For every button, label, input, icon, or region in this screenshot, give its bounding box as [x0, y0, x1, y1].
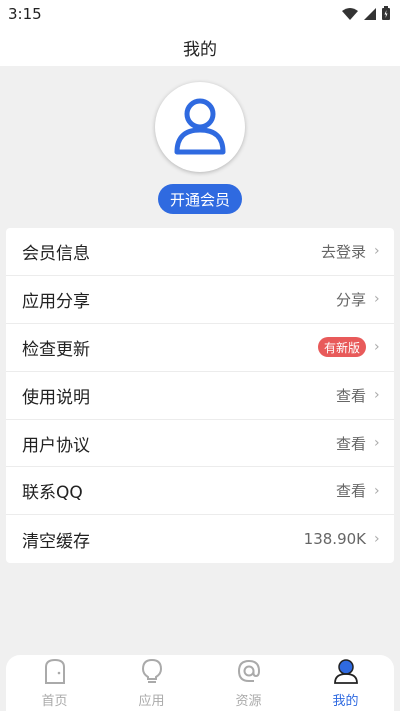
menu-row-check-update[interactable]: 检查更新 有新版 ›: [6, 324, 394, 372]
chevron-right-icon: ›: [374, 339, 380, 356]
tab-label: 我的: [332, 693, 359, 709]
title-bar: 我的: [0, 28, 400, 66]
menu-value: 查看: [335, 386, 366, 405]
chevron-right-icon: ›: [374, 243, 380, 260]
menu-label: 联系QQ: [22, 483, 83, 504]
avatar[interactable]: [155, 82, 245, 172]
menu-value: 查看: [335, 434, 366, 453]
menu-row-member-info[interactable]: 会员信息 去登录 ›: [6, 228, 394, 276]
menu-label: 会员信息: [22, 243, 90, 264]
menu-label: 使用说明: [22, 387, 90, 408]
menu-value: 查看: [335, 482, 366, 501]
vip-button[interactable]: 开通会员: [157, 184, 242, 214]
tab-apps[interactable]: 应用: [117, 658, 187, 709]
wifi-icon: [342, 5, 358, 24]
settings-menu: 会员信息 去登录 › 应用分享 分享 › 检查更新 有新版 › 使用说明 查看 …: [6, 228, 394, 564]
menu-label: 用户协议: [22, 435, 90, 456]
menu-row-share-app[interactable]: 应用分享 分享 ›: [6, 276, 394, 324]
menu-row-instructions[interactable]: 使用说明 查看 ›: [6, 372, 394, 420]
menu-right: 查看 ›: [336, 385, 382, 406]
tab-resources[interactable]: 资源: [214, 658, 284, 709]
chevron-right-icon: ›: [374, 435, 380, 451]
new-version-badge: 有新版: [317, 337, 366, 358]
menu-value: 138.90K: [303, 530, 366, 549]
menu-right: 去登录 ›: [321, 241, 382, 262]
menu-label: 应用分享: [22, 291, 90, 312]
profile-section: 开通会员: [0, 66, 400, 226]
menu-value: 去登录: [320, 242, 366, 261]
tab-mine[interactable]: 我的: [311, 658, 381, 709]
tab-label: 首页: [41, 693, 68, 709]
tab-label: 资源: [235, 693, 262, 709]
chevron-right-icon: ›: [374, 387, 380, 404]
menu-row-user-agreement[interactable]: 用户协议 查看 ›: [6, 420, 394, 468]
page-title: 我的: [183, 39, 217, 60]
home-icon: [42, 658, 68, 688]
status-icons: [342, 5, 390, 24]
lightbulb-icon: [139, 658, 165, 688]
menu-right: 查看 ›: [336, 433, 382, 454]
at-icon: [236, 658, 262, 688]
menu-row-contact-qq[interactable]: 联系QQ 查看 ›: [6, 467, 394, 516]
menu-right: 138.90K ›: [304, 530, 382, 548]
user-icon: [169, 94, 231, 160]
tab-label: 应用: [138, 693, 165, 709]
chevron-right-icon: ›: [374, 291, 380, 308]
chevron-right-icon: ›: [374, 482, 380, 499]
menu-right: 查看 ›: [336, 480, 382, 501]
profile-icon: [333, 658, 359, 688]
status-bar: 3:15: [0, 0, 400, 28]
menu-label: 检查更新: [22, 339, 90, 360]
status-time: 3:15: [8, 5, 42, 23]
chevron-right-icon: ›: [374, 531, 380, 548]
battery-icon: [382, 5, 390, 24]
menu-row-clear-cache[interactable]: 清空缓存 138.90K ›: [6, 515, 394, 563]
tab-home[interactable]: 首页: [20, 658, 90, 709]
bottom-tab-bar: 首页 应用 资源 我的: [6, 655, 394, 711]
menu-right: 有新版 ›: [317, 337, 382, 358]
signal-icon: [364, 5, 376, 24]
menu-value: 分享: [335, 290, 366, 309]
menu-label: 清空缓存: [22, 531, 90, 552]
menu-right: 分享 ›: [336, 289, 382, 310]
